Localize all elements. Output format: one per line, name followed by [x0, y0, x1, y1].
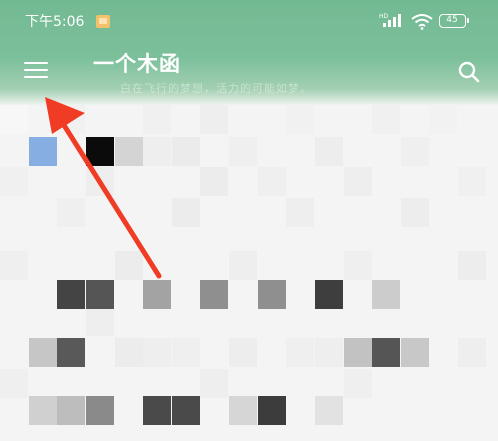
arrow-shaft: [59, 119, 162, 279]
red-arrow-annotation: [45, 97, 162, 279]
